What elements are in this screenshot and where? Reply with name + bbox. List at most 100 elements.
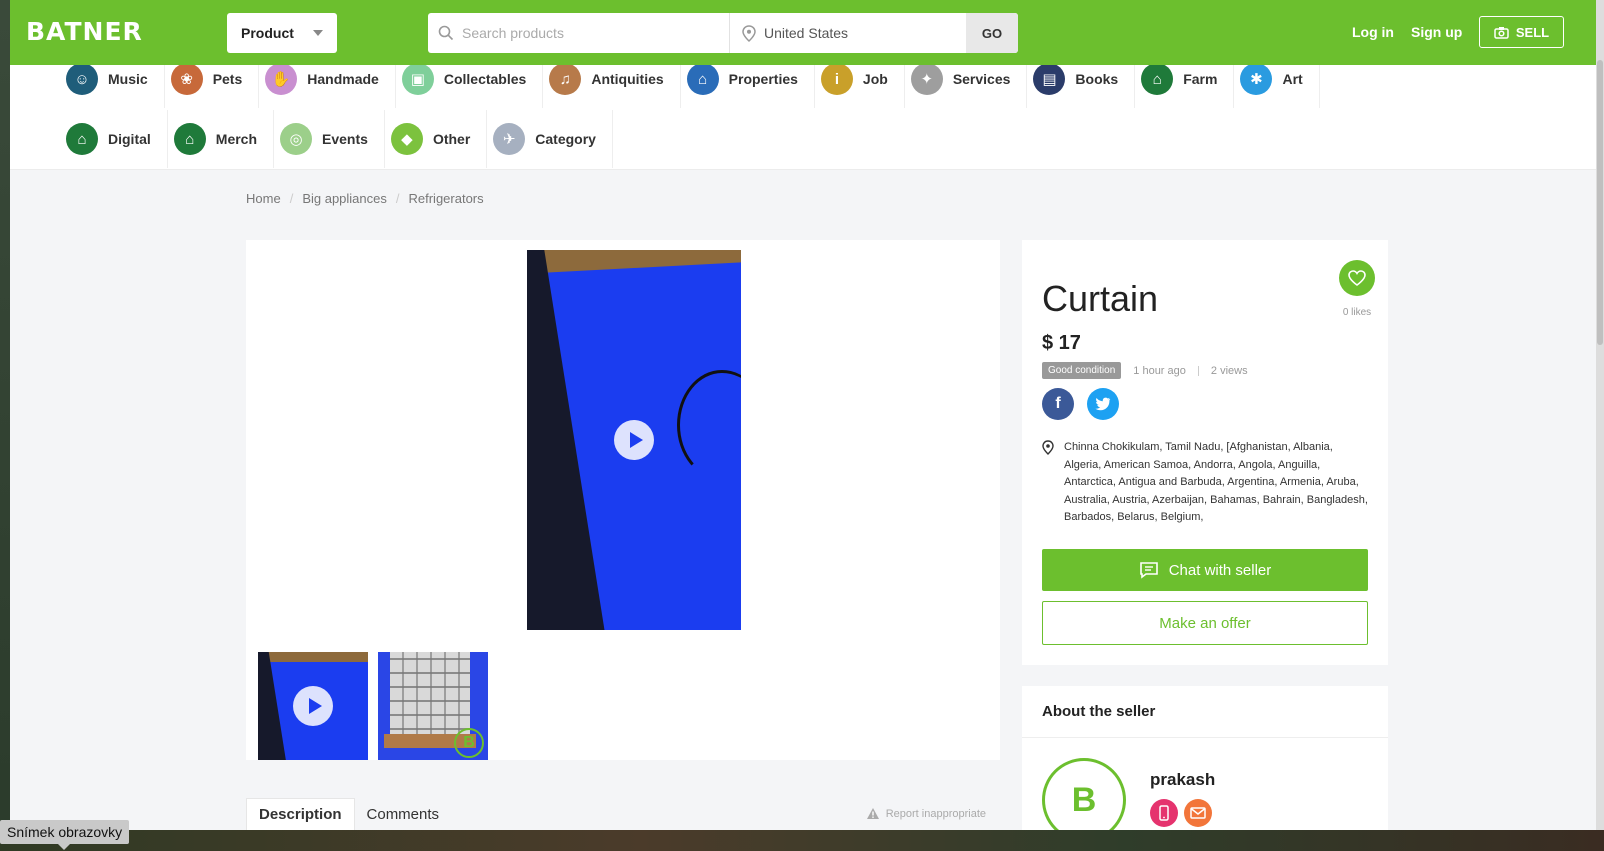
- twitter-share-button[interactable]: [1087, 388, 1119, 420]
- report-inappropriate-link[interactable]: Report inappropriate: [866, 807, 986, 820]
- category-label: Books: [1075, 71, 1119, 87]
- category-row-2: ⌂ Digital ⌂ Merch ◎ Events ◆ Other ✈ Category: [60, 110, 613, 168]
- house-icon: ⌂: [173, 123, 206, 155]
- book-icon: ▤: [1033, 63, 1066, 95]
- views-count: 2 views: [1210, 364, 1248, 377]
- category-label: Music: [108, 71, 148, 87]
- tag-icon: ◆: [390, 123, 423, 155]
- facebook-share-button[interactable]: f: [1042, 388, 1074, 420]
- category-category[interactable]: ✈ Category: [487, 110, 613, 168]
- seller-email-button[interactable]: [1184, 799, 1212, 827]
- bird-icon: ✈: [493, 123, 526, 155]
- product-price: $ 17: [1042, 332, 1081, 354]
- facebook-icon: f: [1055, 395, 1061, 412]
- handshake-icon: ✦: [910, 63, 943, 95]
- likes-count: 0 likes: [1342, 307, 1372, 318]
- category-label: Merch: [215, 131, 258, 147]
- seller-phone-button[interactable]: [1150, 799, 1178, 827]
- mail-icon: [1190, 807, 1206, 819]
- gramophone-icon: ♫: [549, 63, 582, 95]
- chat-label: Chat with seller: [1168, 561, 1272, 579]
- house-icon: ⌂: [686, 63, 719, 95]
- category-label: Collectables: [443, 71, 527, 87]
- signup-link[interactable]: Sign up: [1411, 24, 1462, 40]
- category-label: Pets: [212, 71, 243, 87]
- phone-icon: [1159, 805, 1169, 821]
- chevron-down-icon: [313, 30, 323, 36]
- search-field[interactable]: [428, 13, 730, 53]
- camera-icon: [1494, 26, 1509, 39]
- category-label: Services: [952, 71, 1011, 87]
- search-input[interactable]: [462, 25, 729, 41]
- tab-comments[interactable]: Comments: [355, 798, 452, 830]
- breadcrumb-home[interactable]: Home: [246, 191, 281, 206]
- seller-heading: About the seller: [1022, 686, 1388, 738]
- category-label: Job: [862, 71, 888, 87]
- product-location: Chinna Chokikulam, Tamil Nadu, [Afghanis…: [1042, 439, 1372, 527]
- category-label: Category: [535, 131, 596, 147]
- seller-name[interactable]: prakash: [1150, 770, 1215, 790]
- seller-card: About the seller B prakash: [1022, 686, 1388, 830]
- search-bar: GO: [428, 13, 1018, 53]
- location-text: Chinna Chokikulam, Tamil Nadu, [Afghanis…: [1064, 441, 1368, 523]
- breadcrumb-big-appliances[interactable]: Big appliances: [302, 191, 387, 206]
- house-icon: ⌂: [66, 123, 98, 155]
- heart-icon: [1348, 270, 1366, 286]
- product-main-video[interactable]: [527, 250, 741, 630]
- category-label: Farm: [1183, 71, 1218, 87]
- palette-icon: ✱: [1240, 63, 1273, 95]
- login-link[interactable]: Log in: [1352, 24, 1394, 40]
- category-bar: ☺ Music ❀ Pets ✋ Handmade ▣ Collectables ♫ Antiqu…: [10, 50, 1596, 170]
- category-other[interactable]: ◆ Other: [385, 110, 488, 168]
- play-icon[interactable]: [614, 420, 654, 460]
- product-title: Curtain: [1042, 278, 1159, 319]
- product-tabs: Description Comments Report inappropriat…: [246, 786, 1000, 830]
- sell-button[interactable]: SELL: [1479, 16, 1564, 48]
- tab-description[interactable]: Description: [246, 798, 355, 830]
- product-type-select[interactable]: Product: [227, 13, 337, 53]
- category-events[interactable]: ◎ Events: [274, 110, 385, 168]
- chat-icon: [1139, 562, 1158, 579]
- go-button[interactable]: GO: [966, 13, 1018, 53]
- product-type-value: Product: [241, 25, 294, 41]
- category-label: Handmade: [307, 71, 379, 87]
- condition-badge: Good condition: [1042, 362, 1122, 379]
- ghost-icon: ☺: [66, 63, 98, 95]
- product-thumbnail-image[interactable]: B: [378, 652, 488, 760]
- category-label: Properties: [728, 71, 798, 87]
- posted-time: 1 hour ago: [1133, 364, 1186, 377]
- location-pin-icon: [1042, 440, 1054, 455]
- seller-avatar[interactable]: B: [1042, 758, 1126, 830]
- breadcrumb-refrigerators[interactable]: Refrigerators: [409, 191, 484, 206]
- desktop-background-bottom: [0, 830, 1604, 851]
- search-icon: [438, 25, 454, 41]
- product-media-card: B: [246, 240, 1000, 760]
- play-icon: [293, 686, 333, 726]
- category-label: Digital: [108, 131, 151, 147]
- product-thumbnail-video[interactable]: [258, 652, 368, 760]
- twitter-icon: [1095, 397, 1111, 411]
- breadcrumb: Home / Big appliances / Refrigerators: [246, 191, 484, 206]
- browser-page: ☺ Music ❀ Pets ✋ Handmade ▣ Collectables ♫ Antiqu…: [10, 0, 1596, 830]
- house-icon: ⌂: [1141, 63, 1174, 95]
- make-offer-button[interactable]: Make an offer: [1042, 601, 1368, 645]
- location-input[interactable]: [764, 25, 966, 41]
- breadcrumb-separator: /: [289, 191, 294, 206]
- desktop-background: [0, 0, 10, 851]
- category-digital[interactable]: ⌂ Digital: [60, 110, 168, 168]
- frame-icon: ▣: [401, 63, 434, 95]
- category-label: Antiquities: [591, 71, 664, 87]
- like-button[interactable]: [1339, 260, 1375, 296]
- category-label: Art: [1282, 71, 1303, 87]
- chat-with-seller-button[interactable]: Chat with seller: [1042, 549, 1368, 591]
- social-share: f: [1042, 388, 1119, 420]
- info-icon: i: [820, 63, 853, 95]
- category-merch[interactable]: ⌂ Merch: [168, 110, 275, 168]
- location-field[interactable]: [730, 13, 966, 53]
- site-logo[interactable]: BATNER: [26, 17, 143, 46]
- rabbit-icon: ❀: [170, 63, 203, 95]
- window-scrollbar[interactable]: [1596, 0, 1604, 851]
- scrollbar-thumb[interactable]: [1597, 60, 1603, 345]
- hands-icon: ✋: [265, 63, 298, 95]
- sell-label: SELL: [1515, 24, 1550, 40]
